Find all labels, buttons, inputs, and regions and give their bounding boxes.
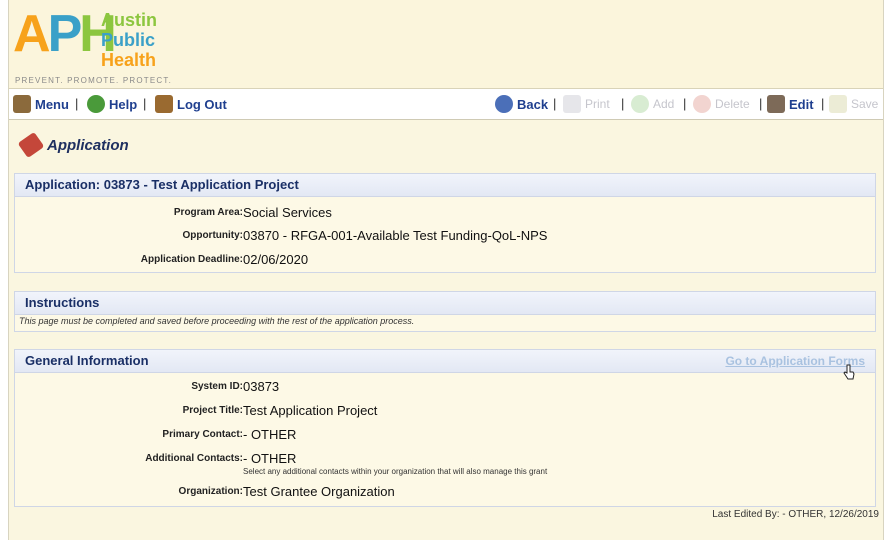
- field-system-id: System ID: 03873: [191, 379, 280, 394]
- delete-icon: [693, 95, 711, 113]
- save-icon: [829, 95, 847, 113]
- toolbar-separator: |: [759, 96, 763, 111]
- application-panel: Application: 03873 - Test Application Pr…: [14, 173, 876, 273]
- last-edited-info: Last Edited By: - OTHER, 12/26/2019: [712, 509, 879, 520]
- edit-button[interactable]: Edit: [767, 95, 814, 113]
- toolbar-separator: |: [75, 96, 79, 111]
- general-information-panel: General Information Go to Application Fo…: [14, 349, 876, 507]
- menu-button[interactable]: Menu: [13, 95, 69, 113]
- toolbar-separator: |: [621, 96, 625, 111]
- toolbar-separator: |: [143, 96, 147, 111]
- field-program-area: Program Area: Social Services: [173, 205, 332, 220]
- logout-icon: [155, 95, 173, 113]
- delete-button[interactable]: Delete: [693, 95, 750, 113]
- logo-words: Austin Public Health: [101, 10, 157, 70]
- instructions-header: Instructions: [15, 292, 875, 315]
- edit-icon: [767, 95, 785, 113]
- instructions-panel: Instructions This page must be completed…: [14, 291, 876, 332]
- help-icon: [87, 95, 105, 113]
- general-information-header: General Information Go to Application Fo…: [15, 350, 875, 373]
- app-frame: APH Austin Public Health PREVENT. PROMOT…: [8, 0, 884, 540]
- toolbar-separator: |: [553, 96, 557, 111]
- toolbar-separator: |: [683, 96, 687, 111]
- application-panel-header: Application: 03873 - Test Application Pr…: [15, 174, 875, 197]
- field-application-deadline: Application Deadline: 02/06/2020: [140, 252, 309, 267]
- field-additional-contacts: Additional Contacts: - OTHER Select any …: [145, 451, 548, 476]
- aph-logo: APH Austin Public Health PREVENT. PROMOT…: [13, 6, 183, 86]
- toolbar-separator: |: [821, 96, 825, 111]
- field-project-title: Project Title: Test Application Project: [182, 403, 378, 418]
- instructions-text: This page must be completed and saved be…: [19, 316, 415, 326]
- hand-cursor-icon: [843, 364, 855, 380]
- additional-contacts-hint: Select any additional contacts within yo…: [243, 467, 548, 476]
- toolbar: Menu | Help | Log Out Back | Print | Add…: [9, 89, 883, 120]
- logo-letters: APH: [13, 5, 117, 63]
- print-icon: [563, 95, 581, 113]
- field-opportunity: Opportunity: 03870 - RFGA-001-Available …: [182, 228, 548, 243]
- add-icon: [631, 95, 649, 113]
- logo-tagline: PREVENT. PROMOTE. PROTECT.: [15, 76, 172, 85]
- help-button[interactable]: Help: [87, 95, 137, 113]
- page-title: Application: [17, 131, 129, 159]
- back-arrow-icon: [495, 95, 513, 113]
- field-primary-contact: Primary Contact: - OTHER: [162, 427, 297, 442]
- site-header: APH Austin Public Health PREVENT. PROMOT…: [9, 0, 883, 89]
- add-button[interactable]: Add: [631, 95, 674, 113]
- field-organization: Organization: Test Grantee Organization: [178, 484, 395, 499]
- logout-button[interactable]: Log Out: [155, 95, 227, 113]
- print-button[interactable]: Print: [563, 95, 610, 113]
- back-button[interactable]: Back: [495, 95, 548, 113]
- menu-icon: [13, 95, 31, 113]
- save-button[interactable]: Save: [829, 95, 878, 113]
- application-icon: [17, 131, 45, 159]
